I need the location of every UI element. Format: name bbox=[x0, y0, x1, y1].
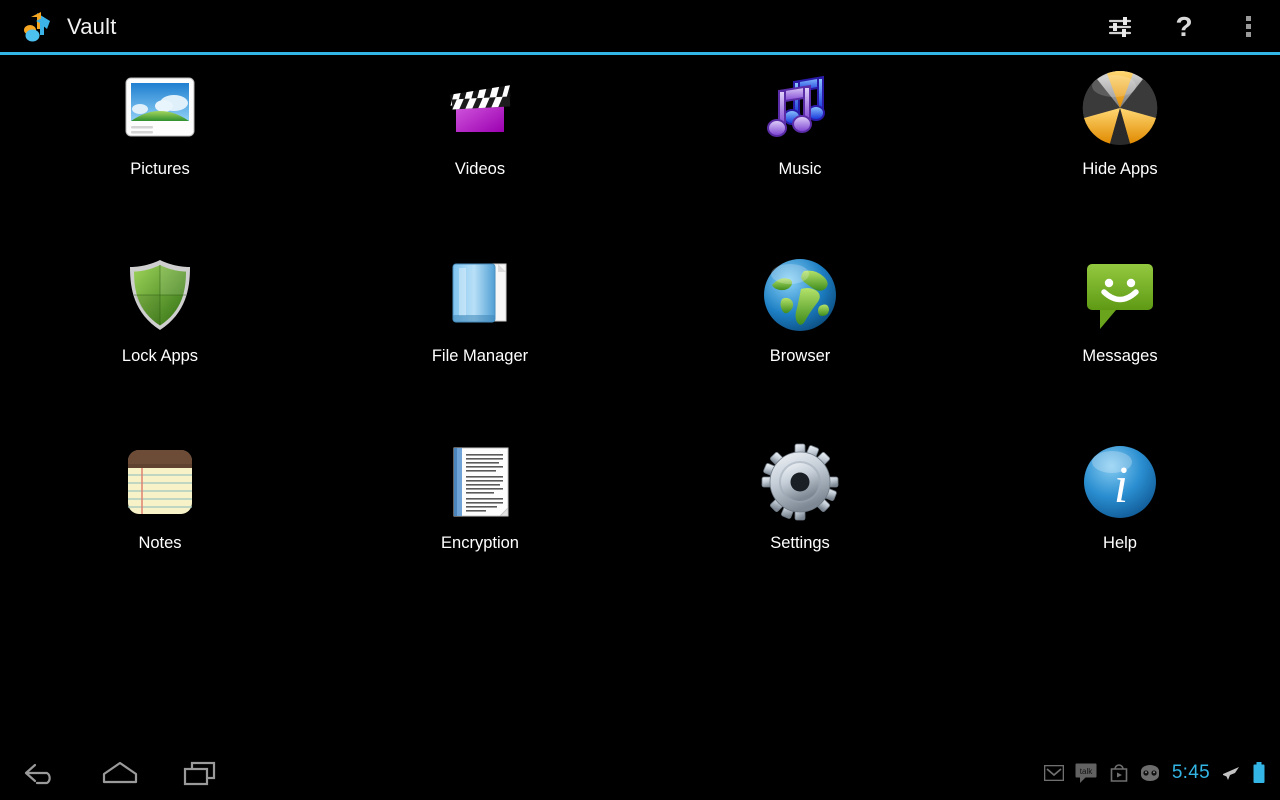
app-label: Lock Apps bbox=[121, 347, 199, 365]
app-label: Encryption bbox=[441, 534, 519, 552]
app-label: Music bbox=[778, 160, 822, 178]
home-button[interactable] bbox=[80, 745, 160, 800]
app-label: Settings bbox=[770, 534, 830, 552]
status-tray: talk 5:45 bbox=[1043, 745, 1280, 800]
app-item-file-manager[interactable]: File Manager bbox=[320, 242, 640, 429]
app-label: Browser bbox=[769, 347, 831, 365]
settings-sliders-icon[interactable] bbox=[1088, 0, 1152, 53]
app-label: Messages bbox=[1082, 347, 1158, 365]
music-notes-icon bbox=[760, 68, 840, 148]
app-item-encryption[interactable]: Encryption bbox=[320, 429, 640, 616]
app-item-notes[interactable]: Notes bbox=[0, 429, 320, 616]
app-item-pictures[interactable]: Pictures bbox=[0, 55, 320, 242]
battery-full-icon bbox=[1252, 761, 1266, 784]
app-label: File Manager bbox=[431, 347, 529, 365]
back-button[interactable] bbox=[0, 745, 80, 800]
music-note-logo-icon[interactable] bbox=[17, 7, 57, 47]
file-manager-folder-icon bbox=[440, 255, 520, 335]
status-clock: 5:45 bbox=[1171, 761, 1210, 783]
overflow-dots bbox=[1245, 16, 1251, 37]
help-question-glyph: ? bbox=[1175, 10, 1193, 42]
help-info-icon: i bbox=[1080, 442, 1160, 522]
talk-icon[interactable]: talk bbox=[1075, 763, 1099, 783]
lock-apps-shield-icon bbox=[120, 255, 200, 335]
app-item-music[interactable]: Music bbox=[640, 55, 960, 242]
svg-text:i: i bbox=[1114, 457, 1128, 514]
notes-pad-icon bbox=[120, 442, 200, 522]
action-bar: Vault ? bbox=[0, 0, 1280, 53]
videos-clapperboard-icon bbox=[440, 68, 520, 148]
app-item-help[interactable]: i Help bbox=[960, 429, 1280, 616]
recent-apps-button[interactable] bbox=[160, 745, 240, 800]
airplane-mode-icon bbox=[1221, 764, 1241, 782]
messages-bubble-icon bbox=[1080, 255, 1160, 335]
help-question-icon[interactable]: ? bbox=[1152, 0, 1216, 53]
hide-apps-radiation-icon bbox=[1080, 68, 1160, 148]
app-item-lock-apps[interactable]: Lock Apps bbox=[0, 242, 320, 429]
vault-home-screen: Vault ? Pictures Videos Music Hide Apps … bbox=[0, 0, 1280, 800]
app-grid: Pictures Videos Music Hide Apps Lock App… bbox=[0, 55, 1280, 745]
play-store-icon[interactable] bbox=[1110, 763, 1128, 782]
app-item-settings[interactable]: Settings bbox=[640, 429, 960, 616]
cyanogenmod-icon[interactable] bbox=[1139, 764, 1161, 781]
app-label: Notes bbox=[138, 534, 182, 552]
navigation-bar: talk 5:45 bbox=[0, 745, 1280, 800]
overflow-menu-icon[interactable] bbox=[1216, 0, 1280, 53]
app-label: Pictures bbox=[130, 160, 190, 178]
app-label: Videos bbox=[454, 160, 506, 178]
settings-gear-icon bbox=[760, 442, 840, 522]
encryption-document-icon bbox=[440, 442, 520, 522]
pictures-icon bbox=[120, 68, 200, 148]
app-item-browser[interactable]: Browser bbox=[640, 242, 960, 429]
gmail-icon[interactable] bbox=[1043, 764, 1064, 781]
browser-globe-icon bbox=[760, 255, 840, 335]
app-label: Hide Apps bbox=[1082, 160, 1158, 178]
app-item-messages[interactable]: Messages bbox=[960, 242, 1280, 429]
app-item-hide-apps[interactable]: Hide Apps bbox=[960, 55, 1280, 242]
app-item-videos[interactable]: Videos bbox=[320, 55, 640, 242]
svg-text:talk: talk bbox=[1080, 767, 1093, 776]
app-label: Help bbox=[1103, 534, 1137, 552]
page-title: Vault bbox=[67, 13, 117, 39]
